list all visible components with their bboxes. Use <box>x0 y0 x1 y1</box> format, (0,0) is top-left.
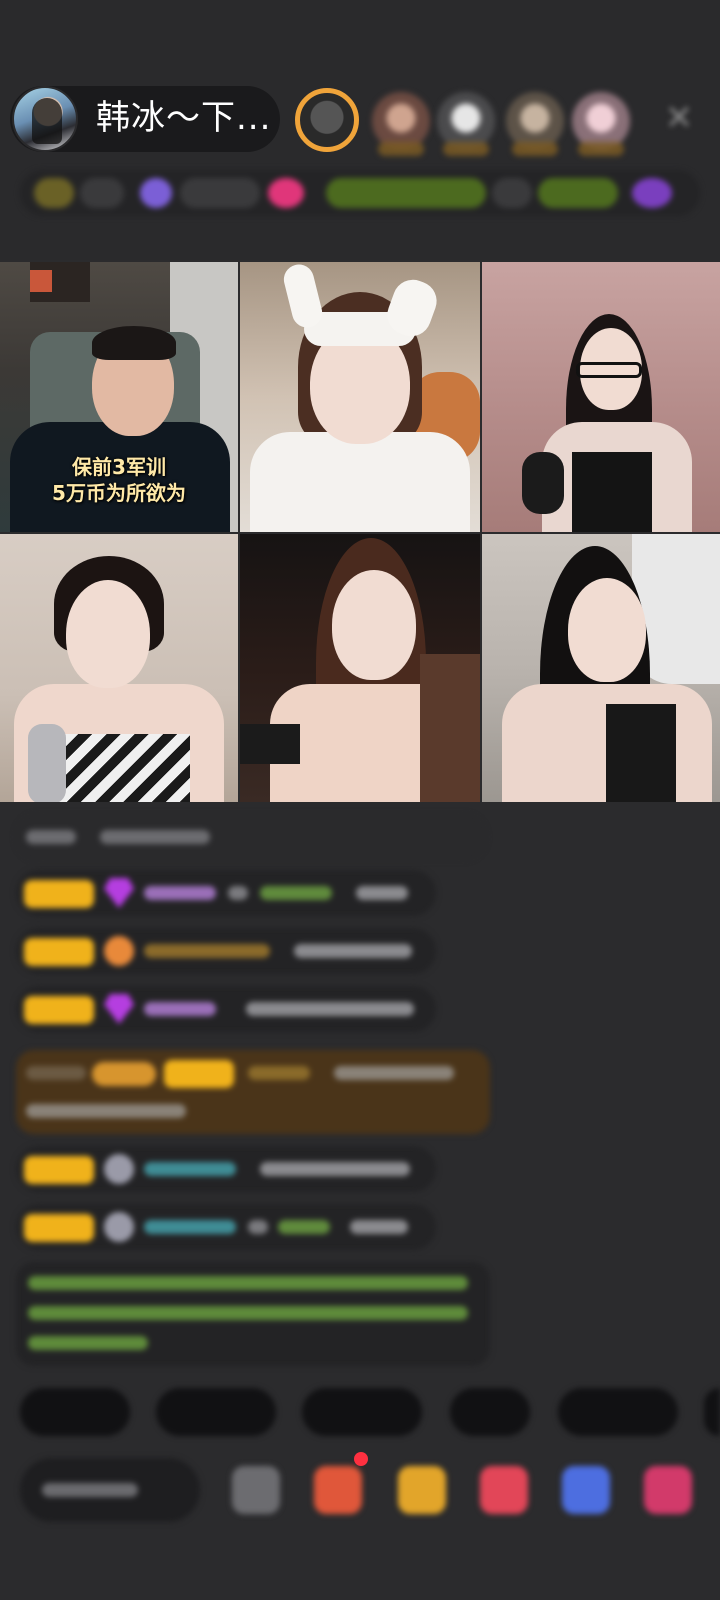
pk-icon <box>632 178 672 208</box>
system-entrance-message[interactable] <box>16 1050 490 1134</box>
room-info-bar[interactable] <box>20 170 700 216</box>
level-badge <box>24 996 94 1024</box>
share-icon[interactable] <box>562 1466 610 1514</box>
quick-reply-chip[interactable] <box>558 1388 678 1436</box>
chat-input[interactable] <box>20 1458 200 1522</box>
video-tile[interactable] <box>482 534 720 802</box>
rank-icon <box>34 178 74 208</box>
quick-reply-chip[interactable] <box>450 1388 530 1436</box>
more-icon[interactable] <box>644 1466 692 1514</box>
host-name[interactable]: 韩冰～下... <box>96 98 271 138</box>
video-tile[interactable]: 保前3军训 5万币为所欲为 <box>0 262 238 532</box>
top-viewer-avatar[interactable] <box>572 92 630 156</box>
diamond-icon <box>104 994 134 1024</box>
close-icon[interactable]: ✕ <box>664 101 694 135</box>
room-notice <box>16 1262 490 1366</box>
level-badge <box>24 938 94 966</box>
video-tile[interactable] <box>0 534 238 802</box>
chat-message[interactable] <box>16 1204 436 1250</box>
level-badge <box>24 1214 94 1242</box>
medal-icon <box>104 936 134 966</box>
tile-caption-line1: 保前3军训 <box>72 455 166 479</box>
top-viewer-avatar[interactable] <box>506 92 564 156</box>
gift-box-icon[interactable] <box>398 1466 446 1514</box>
level-badge <box>24 880 94 908</box>
fan-club-icon <box>140 178 172 208</box>
quick-reply-chip[interactable] <box>20 1388 130 1436</box>
host-avatar[interactable] <box>12 86 78 152</box>
fan-group-icon[interactable] <box>480 1466 528 1514</box>
video-tile[interactable] <box>482 262 720 532</box>
video-tile[interactable] <box>240 262 480 532</box>
level-badge <box>24 1156 94 1184</box>
quick-reply-chip[interactable] <box>156 1388 276 1436</box>
quick-reply-chip[interactable] <box>704 1388 720 1436</box>
video-tile[interactable] <box>240 534 480 802</box>
chat-message[interactable] <box>16 814 486 860</box>
top-viewer-avatar[interactable] <box>372 92 430 156</box>
shop-icon[interactable] <box>314 1466 362 1514</box>
live-room-header: 韩冰～下... ✕ <box>0 0 720 260</box>
multi-guest-video-grid: 保前3军训 5万币为所欲为 <box>0 262 720 802</box>
avatar-icon <box>104 1212 134 1242</box>
avatar-icon <box>104 1154 134 1184</box>
top-viewer-avatar[interactable] <box>295 88 359 152</box>
quick-reply-chip[interactable] <box>302 1388 422 1436</box>
chat-message[interactable] <box>16 986 436 1032</box>
emoji-icon[interactable] <box>232 1466 280 1514</box>
tile-caption-line2: 5万币为所欲为 <box>52 481 186 505</box>
host-info-pill[interactable]: 韩冰～下... <box>10 86 280 152</box>
diamond-icon <box>104 878 134 908</box>
chat-message[interactable] <box>16 1146 436 1192</box>
gift-icon <box>268 178 304 208</box>
chat-message[interactable] <box>16 870 436 916</box>
notification-dot <box>354 1452 368 1466</box>
top-viewer-avatar[interactable] <box>437 92 495 156</box>
chat-message[interactable] <box>16 928 436 974</box>
